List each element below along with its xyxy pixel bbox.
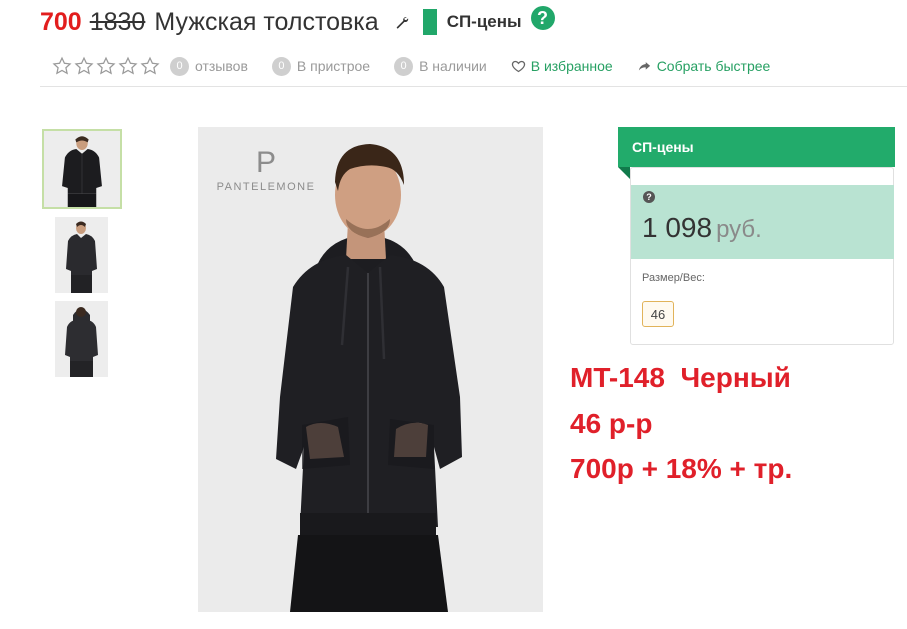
add-to-favorites-link[interactable]: В избранное <box>511 58 613 74</box>
pristroy-label: В пристрое <box>296 58 371 74</box>
share-arrow-icon <box>638 61 650 70</box>
sale-price: 700 <box>40 7 82 36</box>
product-title: Мужская толстовка <box>154 7 379 36</box>
sp-color-marker <box>422 9 437 35</box>
brand-logo-mark: P <box>256 146 276 179</box>
thumbnail-back[interactable] <box>55 301 108 377</box>
price-currency: руб. <box>716 216 762 243</box>
favorites-label: В избранное <box>530 58 613 74</box>
product-title-row: 700 1830 Мужская толстовка СП-цены ? <box>40 4 555 40</box>
note-line-article: MT-148 Черный <box>570 362 791 393</box>
star-icon[interactable] <box>140 56 160 76</box>
reviews-count-badge: 0 <box>170 56 189 76</box>
sp-prices-label[interactable]: СП-цены <box>447 12 522 32</box>
pristroy-count-badge: 0 <box>271 56 291 76</box>
size-label: Размер/Вес: <box>642 272 705 284</box>
price-panel: ? 1 098 руб. <box>631 185 894 259</box>
reviews-label: отзывов <box>195 58 248 74</box>
thumbnail-front[interactable] <box>42 129 122 209</box>
price-value: 1 098 <box>642 212 713 243</box>
collect-faster-label: Собрать быстрее <box>656 58 771 74</box>
size-option-46[interactable]: 46 <box>642 301 674 327</box>
in-stock-count-badge: 0 <box>394 56 414 76</box>
price-box-header-fold <box>618 167 630 179</box>
star-icon[interactable] <box>74 56 94 76</box>
in-stock-link[interactable]: 0 В наличии <box>394 56 487 76</box>
hoodie-front-thumb-image <box>44 131 120 207</box>
product-meta-row: 0 отзывов 0 В пристрое 0 В наличии В изб… <box>52 55 794 77</box>
header-divider <box>40 86 907 87</box>
price-help-icon[interactable]: ? <box>643 191 655 203</box>
rating-stars[interactable] <box>52 56 162 76</box>
price-box-header: СП-цены <box>618 127 895 167</box>
in-stock-label: В наличии <box>419 58 487 74</box>
note-line-price: 700р + 18% + тр. <box>570 453 793 484</box>
wrench-icon[interactable] <box>395 15 409 29</box>
reviews-link[interactable]: 0 отзывов <box>170 56 248 76</box>
heart-icon <box>511 60 525 72</box>
brand-logo-name: PANTELEMONE <box>217 181 316 193</box>
star-icon[interactable] <box>52 56 72 76</box>
star-icon[interactable] <box>118 56 138 76</box>
collect-faster-link[interactable]: Собрать быстрее <box>637 58 771 74</box>
main-product-image[interactable]: P PANTELEMONE <box>198 127 543 612</box>
note-line-size: 46 р-р <box>570 408 653 439</box>
price-line: 1 098 руб. <box>642 212 762 244</box>
help-icon[interactable]: ? <box>530 6 555 30</box>
star-icon[interactable] <box>96 56 116 76</box>
thumbnail-side[interactable] <box>55 217 108 293</box>
hoodie-side-thumb-image <box>55 217 108 293</box>
old-price: 1830 <box>89 7 146 36</box>
hoodie-back-thumb-image <box>55 301 108 377</box>
pristroy-link[interactable]: 0 В пристрое <box>271 56 371 76</box>
hoodie-model-image: P PANTELEMONE <box>198 127 543 612</box>
